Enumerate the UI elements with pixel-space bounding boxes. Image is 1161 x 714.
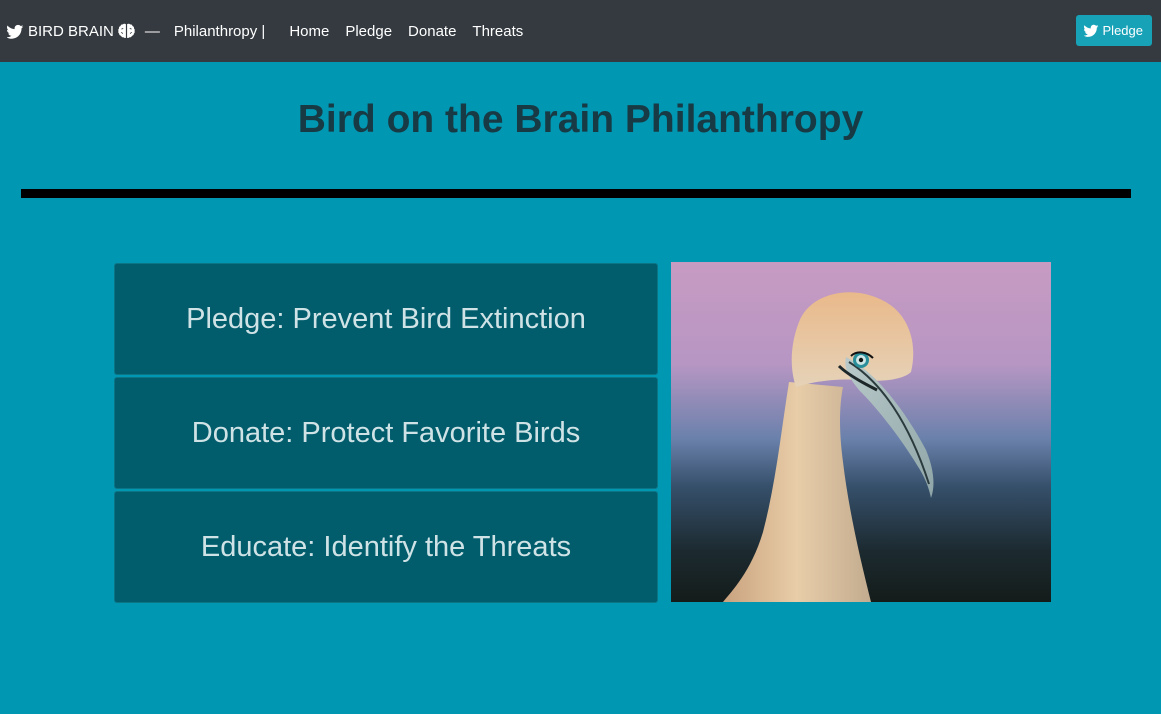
nav-link-threats[interactable]: Threats xyxy=(472,23,523,40)
card-donate-label: Donate: Protect Favorite Birds xyxy=(191,416,581,449)
card-pledge[interactable]: Pledge: Prevent Bird Extinction xyxy=(114,263,658,375)
page-title: Bird on the Brain Philanthropy xyxy=(297,98,864,141)
gannet-illustration xyxy=(671,262,1051,602)
nav-links: Home Pledge Donate Threats xyxy=(289,23,539,40)
card-donate[interactable]: Donate: Protect Favorite Birds xyxy=(114,377,658,489)
section-label: Philanthropy | xyxy=(173,22,266,40)
top-navbar: BIRD BRAIN — Philanthropy | Home Pledge … xyxy=(0,0,1161,62)
bird-icon xyxy=(1083,24,1098,37)
nav-link-donate[interactable]: Donate xyxy=(408,23,456,40)
pledge-button[interactable]: Pledge xyxy=(1075,15,1152,46)
brand-text: BIRD BRAIN xyxy=(28,22,114,40)
pledge-button-label: Pledge xyxy=(1102,23,1143,38)
title-divider xyxy=(21,189,1131,198)
brand[interactable]: BIRD BRAIN — Philanthropy | xyxy=(7,23,289,40)
brand-separator: — xyxy=(144,22,160,40)
nav-link-home[interactable]: Home xyxy=(289,23,329,40)
card-educate-label: Educate: Identify the Threats xyxy=(200,530,572,563)
card-pledge-label: Pledge: Prevent Bird Extinction xyxy=(186,302,586,335)
brain-icon xyxy=(118,23,135,39)
bird-icon xyxy=(7,24,24,39)
gannet-photo xyxy=(671,262,1051,602)
card-educate[interactable]: Educate: Identify the Threats xyxy=(114,491,658,603)
nav-link-pledge[interactable]: Pledge xyxy=(345,23,392,40)
